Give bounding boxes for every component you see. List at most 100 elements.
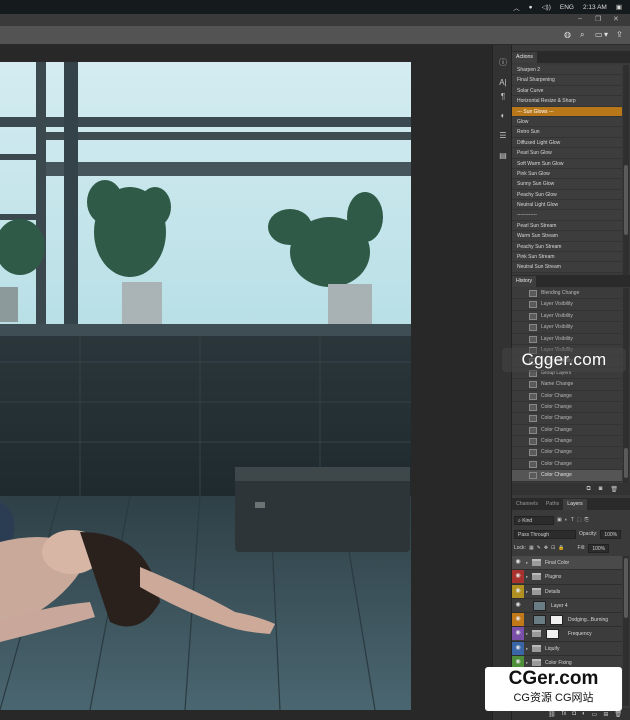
layer-mask-thumbnail[interactable] bbox=[546, 629, 559, 640]
layer-style-icon[interactable]: fx bbox=[562, 711, 567, 717]
action-item[interactable]: ------------ bbox=[512, 210, 622, 221]
visibility-eye-icon[interactable]: ◉ bbox=[512, 613, 524, 627]
action-item[interactable]: Glow bbox=[512, 116, 622, 128]
smart-filter-icon[interactable]: ⎘ bbox=[585, 517, 589, 523]
character-icon[interactable]: A| bbox=[497, 78, 509, 90]
history-scroll-thumb[interactable] bbox=[624, 448, 628, 478]
history-item[interactable]: Color Change bbox=[512, 390, 622, 402]
history-item[interactable]: Color Change bbox=[512, 447, 622, 459]
info-icon[interactable]: ⓘ bbox=[497, 57, 509, 69]
action-item[interactable]: Diffused Light Glow bbox=[512, 137, 622, 149]
action-item[interactable]: Neutral Light Glow bbox=[512, 200, 622, 211]
lock-all-icon[interactable]: 🔒 bbox=[558, 545, 564, 551]
history-item[interactable]: Color Change bbox=[512, 413, 622, 425]
cloud-icon[interactable]: ◍ bbox=[564, 30, 571, 39]
group-expand-icon[interactable]: ▸ bbox=[526, 589, 528, 595]
action-item[interactable]: Peachy Sun Glow bbox=[512, 189, 622, 201]
close-icon[interactable]: ✕ bbox=[613, 15, 619, 23]
action-item[interactable]: Solar Curve bbox=[512, 85, 622, 97]
tab-paths[interactable]: Paths bbox=[542, 499, 563, 510]
workspace-icon[interactable]: ▭ bbox=[595, 30, 603, 39]
action-item[interactable]: Retro Sun bbox=[512, 127, 622, 138]
adjustment-filter-icon[interactable]: ◐ bbox=[565, 517, 568, 523]
link-layers-icon[interactable]: ⛓ bbox=[548, 711, 556, 718]
new-group-icon[interactable]: ▭ bbox=[592, 711, 598, 718]
adjustments-icon[interactable]: ◐ bbox=[497, 111, 509, 123]
layer-row[interactable]: ◉ ▸ Frequency bbox=[512, 627, 622, 642]
fill-input[interactable]: 100% bbox=[588, 543, 610, 553]
layer-row[interactable]: ◉ ▸ Details bbox=[512, 584, 622, 599]
history-item[interactable]: Layer Visibility bbox=[512, 310, 622, 323]
snapshot-icon[interactable]: ◙ bbox=[599, 486, 603, 492]
group-expand-icon[interactable]: ▸ bbox=[526, 574, 528, 580]
minimize-icon[interactable]: – bbox=[578, 15, 582, 22]
visibility-eye-icon[interactable]: ◉ bbox=[512, 556, 524, 569]
blend-mode-select[interactable]: Pass Through bbox=[514, 529, 576, 539]
layer-row[interactable]: ◉ Dodging...Burning bbox=[512, 613, 622, 628]
document-canvas[interactable] bbox=[0, 62, 411, 710]
action-item[interactable]: Warm Sun Stream bbox=[512, 231, 622, 242]
opacity-input[interactable]: 100% bbox=[600, 529, 622, 539]
history-item[interactable]: Color Change bbox=[512, 401, 622, 414]
history-item[interactable]: Color Change bbox=[512, 458, 622, 471]
visibility-eye-icon[interactable]: ◉ bbox=[512, 641, 524, 655]
lock-paint-icon[interactable]: ✎ bbox=[537, 545, 541, 551]
volume-icon[interactable]: ◁)) bbox=[542, 3, 551, 11]
history-item[interactable]: Name Change bbox=[512, 379, 622, 391]
microphone-icon[interactable]: ● bbox=[529, 4, 533, 11]
action-item[interactable]: --- Sun Glows --- bbox=[512, 106, 622, 117]
tab-history[interactable]: History bbox=[512, 276, 537, 287]
search-icon[interactable]: ⌕ bbox=[580, 30, 584, 40]
taskbar-clock[interactable]: 2:13 AM bbox=[583, 4, 607, 11]
visibility-eye-icon[interactable]: ◉ bbox=[512, 599, 524, 612]
action-item[interactable]: Sunny Sun Glow bbox=[512, 179, 622, 190]
new-document-from-state-icon[interactable]: ⧉ bbox=[586, 486, 590, 493]
pixel-filter-icon[interactable]: ▣ bbox=[557, 517, 562, 523]
history-item[interactable]: Color Change bbox=[512, 424, 622, 437]
action-item[interactable]: Neutral Sun Stream bbox=[512, 262, 622, 273]
tab-channels[interactable]: Channels bbox=[512, 499, 542, 510]
layer-row[interactable]: ◉ ▸ Plugins bbox=[512, 570, 622, 585]
history-item[interactable]: Color Change bbox=[512, 470, 622, 482]
visibility-eye-icon[interactable]: ◉ bbox=[512, 570, 524, 584]
layer-row[interactable]: ◉ ▸ Liquify bbox=[512, 641, 622, 657]
group-expand-icon[interactable]: ▸ bbox=[526, 646, 528, 652]
tab-actions[interactable]: Actions bbox=[512, 52, 538, 63]
visibility-eye-icon[interactable]: ◉ bbox=[512, 584, 524, 598]
action-item[interactable]: Soft Warm Sun Glow bbox=[512, 158, 622, 169]
action-item[interactable]: Pearl Sun Glow bbox=[512, 148, 622, 159]
new-adjustment-icon[interactable]: ◐ bbox=[582, 711, 586, 717]
lock-transparent-icon[interactable]: ▦ bbox=[529, 545, 534, 551]
restore-icon[interactable]: ❐ bbox=[595, 15, 601, 23]
layer-filter-select[interactable]: ⌕ Kind bbox=[514, 515, 554, 525]
lock-move-icon[interactable]: ✥ bbox=[544, 545, 548, 551]
delete-layer-icon[interactable]: 🗑 bbox=[614, 711, 622, 718]
lock-artboard-icon[interactable]: ⊡ bbox=[551, 545, 555, 551]
history-item[interactable]: Layer Visibility bbox=[512, 299, 622, 311]
action-item[interactable]: Pink Sun Stream bbox=[512, 252, 622, 263]
group-expand-icon[interactable]: ▸ bbox=[526, 660, 528, 666]
action-item[interactable]: Pearl Sun Stream bbox=[512, 220, 622, 232]
shape-filter-icon[interactable]: ⬚ bbox=[577, 517, 582, 523]
share-icon[interactable]: ⇪ bbox=[616, 30, 623, 39]
paragraph-icon[interactable]: ¶ bbox=[497, 92, 509, 104]
chevron-up-icon[interactable]: ︿ bbox=[513, 2, 520, 12]
actions-scrollbar[interactable] bbox=[623, 65, 629, 275]
history-item[interactable]: Layer Visibility bbox=[512, 333, 622, 345]
add-mask-icon[interactable]: ◘ bbox=[572, 711, 576, 717]
action-item[interactable]: Pink Sun Glow bbox=[512, 168, 622, 180]
group-expand-icon[interactable]: ▸ bbox=[526, 631, 528, 637]
group-expand-icon[interactable]: ▸ bbox=[526, 560, 528, 566]
layers-scrollbar[interactable] bbox=[623, 556, 629, 706]
action-item[interactable]: Peachy Sun Stream bbox=[512, 241, 622, 253]
libraries-icon[interactable]: ▤ bbox=[497, 151, 509, 163]
language-indicator[interactable]: ENG bbox=[560, 4, 574, 11]
action-item[interactable]: Final Sharpening bbox=[512, 75, 622, 86]
layer-row[interactable]: ◉ ▸ Final Color bbox=[512, 556, 622, 571]
history-item[interactable]: Blending Change bbox=[512, 288, 622, 300]
action-item[interactable]: Sharpen 2 bbox=[512, 65, 622, 76]
layers-scroll-thumb[interactable] bbox=[624, 558, 628, 618]
chevron-down-icon[interactable]: ▾ bbox=[604, 30, 608, 39]
type-filter-icon[interactable]: T bbox=[571, 517, 574, 523]
notification-icon[interactable]: ▣ bbox=[616, 3, 622, 11]
